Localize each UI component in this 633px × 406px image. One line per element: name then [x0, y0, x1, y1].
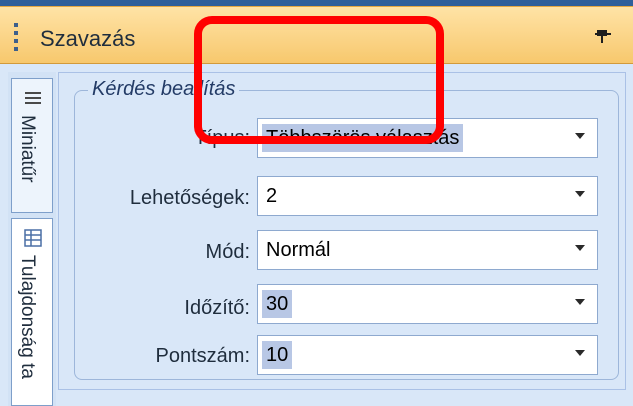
mode-value: Normál: [266, 239, 331, 261]
chevron-down-icon: [575, 245, 585, 251]
tab-label-properties: Tulajdonság ta: [17, 255, 38, 379]
grid-icon: [24, 229, 42, 247]
mode-combo[interactable]: Normál: [257, 230, 598, 270]
list-icon: [25, 92, 41, 104]
tab-label-miniature: Miniatűr: [17, 115, 38, 183]
score-label: Pontszám:: [155, 345, 250, 367]
options-label: Lehetőségek:: [129, 187, 250, 209]
chevron-down-icon: [575, 133, 585, 139]
chevron-down-icon: [575, 191, 585, 197]
chevron-down-icon: [575, 299, 585, 305]
pin-icon[interactable]: [593, 25, 613, 45]
tab-miniature[interactable]: Miniatűr: [11, 78, 53, 213]
timer-value: 30: [262, 290, 293, 318]
tab-properties[interactable]: Tulajdonság ta: [11, 218, 53, 406]
grip-icon: [14, 23, 20, 53]
timer-combo[interactable]: 30: [257, 284, 598, 324]
options-value: 2: [266, 185, 278, 207]
timer-label: Időzítő:: [184, 297, 250, 319]
chevron-down-icon: [575, 350, 585, 356]
score-combo[interactable]: 10: [257, 335, 598, 375]
annotation-box: [194, 16, 444, 144]
panel-title: Szavazás: [40, 26, 136, 51]
options-combo[interactable]: 2: [257, 176, 598, 216]
mode-label: Mód:: [205, 241, 250, 263]
score-value: 10: [262, 341, 293, 369]
